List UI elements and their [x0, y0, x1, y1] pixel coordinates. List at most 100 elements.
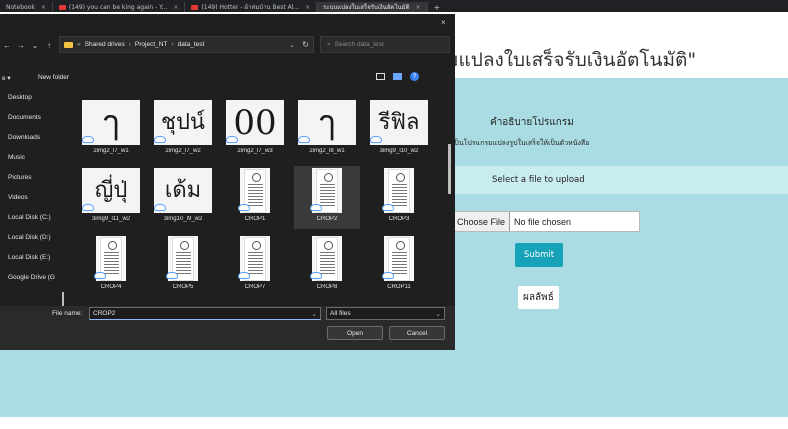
- chevron-down-icon[interactable]: ⌄: [312, 310, 317, 318]
- file-item[interactable]: ๅ 2img2_l7_w1: [78, 98, 144, 161]
- file-item[interactable]: CROP11: [366, 234, 432, 297]
- search-placeholder: Search data_test: [334, 41, 384, 48]
- close-tab-icon[interactable]: ×: [41, 4, 46, 11]
- sidebar-item-local-disk-c-[interactable]: Local Disk (C:): [8, 214, 51, 221]
- file-item[interactable]: CROP7: [222, 234, 288, 297]
- refresh-icon[interactable]: ↻: [302, 40, 309, 49]
- result-label: ผลลัพธ์: [518, 286, 559, 309]
- file-item[interactable]: ๅ 2img2_l8_w1: [294, 98, 360, 161]
- file-name: CROP7: [244, 284, 266, 290]
- file-name: CROP5: [172, 284, 194, 290]
- open-button[interactable]: Open: [327, 326, 383, 340]
- breadcrumb-data-test[interactable]: data_test: [178, 41, 205, 48]
- file-name: 2img2_l7_w2: [165, 148, 201, 154]
- file-name-label: File name:: [52, 310, 83, 317]
- browser-tab-2[interactable]: (149) Hotter - ผ้าห่มบ้าน Best Al... ×: [185, 2, 318, 12]
- youtube-icon: [191, 4, 199, 10]
- sidebar-item-local-disk-e-[interactable]: Local Disk (E:): [8, 254, 50, 261]
- tab-list: Notebook × (149) you can be king again - Y…: [0, 2, 446, 12]
- browser-tab-bar: Notebook × (149) you can be king again - Y…: [0, 0, 788, 12]
- tab-label: (149) you can be king again - Y...: [68, 3, 168, 11]
- cloud-sync-icon: [154, 136, 166, 143]
- file-input[interactable]: Choose File No file chosen: [452, 211, 640, 232]
- recent-dropdown-icon[interactable]: ⌄: [28, 41, 42, 50]
- file-grid-scrollbar[interactable]: [448, 144, 451, 194]
- help-icon[interactable]: ?: [410, 72, 419, 81]
- dialog-nav-row: ← → ⌄ ↑ « Shared drives › Project_NT › d…: [0, 34, 455, 56]
- cloud-sync-icon: [310, 272, 322, 279]
- sidebar-item-desktop[interactable]: Desktop: [8, 94, 32, 101]
- file-name: CROP1: [244, 216, 266, 222]
- close-tab-icon[interactable]: ×: [305, 4, 310, 11]
- sidebar-item-documents[interactable]: Documents: [8, 114, 41, 121]
- cloud-sync-icon: [310, 204, 322, 211]
- sidebar-item-local-disk-d-[interactable]: Local Disk (D:): [8, 234, 51, 241]
- cloud-sync-icon: [166, 272, 178, 279]
- file-item[interactable]: CROP8: [294, 234, 360, 297]
- back-arrow-icon[interactable]: ←: [0, 41, 14, 50]
- search-icon: ⌕: [327, 40, 331, 48]
- cloud-sync-icon: [82, 136, 94, 143]
- file-item[interactable]: CROP2: [294, 166, 360, 229]
- view-tools: ?: [376, 72, 419, 81]
- handwriting-glyph: ๅ: [318, 102, 336, 143]
- cancel-button[interactable]: Cancel: [389, 326, 445, 340]
- cloud-sync-icon: [370, 136, 382, 143]
- submit-button[interactable]: Submit: [515, 243, 563, 267]
- choose-file-button[interactable]: Choose File: [453, 212, 511, 231]
- file-name: 3img10_l9_w2: [163, 216, 203, 222]
- description-heading: คำอธิบายโปรแกรม: [490, 117, 574, 128]
- sidebar-item-pictures[interactable]: Pictures: [8, 174, 31, 181]
- preview-pane-icon[interactable]: [393, 73, 402, 80]
- file-item[interactable]: รีฟิล 3img9_l10_w2: [366, 98, 432, 161]
- file-name: CROP3: [388, 216, 410, 222]
- handwriting-glyph: ๅ: [102, 102, 120, 143]
- new-folder-button[interactable]: New folder: [38, 74, 69, 81]
- chevron-right-icon: ›: [128, 41, 131, 48]
- file-item[interactable]: เด้ม 3img10_l9_w2: [150, 166, 216, 229]
- new-tab-icon[interactable]: +: [428, 3, 447, 12]
- file-name: CROP2: [316, 216, 338, 222]
- cloud-sync-icon: [238, 272, 250, 279]
- cloud-sync-icon: [382, 204, 394, 211]
- no-file-text: No file chosen: [514, 216, 572, 227]
- page-title: มแปลงใบเสร็จรับเงินอัตโนมัติ": [446, 49, 697, 71]
- dialog-close-icon[interactable]: ×: [441, 18, 446, 27]
- file-item[interactable]: ญี่ปุ่ 3img9_l11_w2: [78, 166, 144, 229]
- sidebar-item-videos[interactable]: Videos: [8, 194, 28, 201]
- crumb-overflow-icon[interactable]: «: [77, 41, 81, 48]
- address-bar[interactable]: « Shared drives › Project_NT › data_test…: [59, 36, 314, 53]
- file-item[interactable]: CROP3: [366, 166, 432, 229]
- tab-label: ระบบแปลงใบเสร็จรับเงินอัตโนมัติ: [323, 4, 410, 11]
- close-tab-icon[interactable]: ×: [173, 4, 178, 11]
- up-arrow-icon[interactable]: ↑: [42, 41, 56, 50]
- search-input[interactable]: ⌕ Search data_test: [320, 36, 450, 53]
- browser-tab-1[interactable]: (149) you can be king again - Y... ×: [53, 2, 186, 12]
- file-item[interactable]: ชุปน์ 2img2_l7_w2: [150, 98, 216, 161]
- browser-tab-3[interactable]: ระบบแปลงใบเสร็จรับเงินอัตโนมัติ ×: [317, 2, 428, 12]
- file-type-select[interactable]: All files ⌄: [326, 307, 445, 320]
- file-item[interactable]: CROP4: [78, 234, 144, 297]
- file-name: 3img9_l11_w2: [91, 216, 131, 222]
- tab-label: Notebook: [6, 3, 35, 11]
- breadcrumb-shared-drives[interactable]: Shared drives: [85, 41, 125, 48]
- sidebar-item-downloads[interactable]: Downloads: [8, 134, 40, 141]
- file-item[interactable]: CROP1: [222, 166, 288, 229]
- file-name-input[interactable]: CROP2 ⌄: [89, 307, 321, 320]
- breadcrumb-project-nt[interactable]: Project_NT: [135, 41, 168, 48]
- cloud-sync-icon: [382, 272, 394, 279]
- close-tab-icon[interactable]: ×: [416, 4, 421, 11]
- chevron-down-icon[interactable]: ⌄: [290, 41, 295, 49]
- organize-menu[interactable]: e ▾: [2, 74, 11, 82]
- file-item[interactable]: CROP5: [150, 234, 216, 297]
- handwriting-glyph: ชุปน์: [161, 109, 205, 135]
- view-options-icon[interactable]: [376, 73, 385, 80]
- browser-tab-0[interactable]: Notebook ×: [0, 2, 53, 12]
- file-item[interactable]: 00 2img2_l7_w3: [222, 98, 288, 161]
- sidebar-item-google-drive-g[interactable]: Google Drive (G: [8, 274, 55, 281]
- folder-icon: [64, 41, 73, 48]
- tab-label: (149) Hotter - ผ้าห่มบ้าน Best Al...: [201, 4, 300, 11]
- handwriting-glyph: 00: [233, 102, 277, 143]
- forward-arrow-icon[interactable]: →: [14, 41, 28, 50]
- sidebar-item-music[interactable]: Music: [8, 154, 25, 161]
